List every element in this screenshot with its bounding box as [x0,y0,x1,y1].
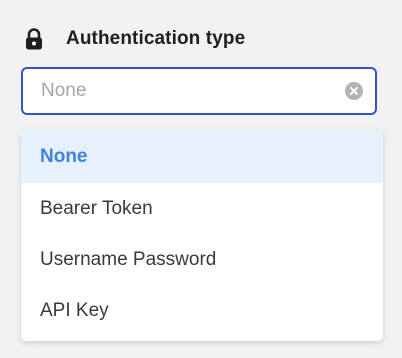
option-username-password[interactable]: Username Password [21,234,383,285]
auth-type-dropdown: None Bearer Token Username Password API … [21,130,383,341]
auth-type-select[interactable]: None [21,67,377,115]
select-value[interactable]: None [41,80,345,102]
option-bearer-token[interactable]: Bearer Token [21,183,383,234]
option-none[interactable]: None [21,130,383,183]
auth-type-label: Authentication type [24,26,245,52]
option-api-key[interactable]: API Key [21,285,383,336]
label-text: Authentication type [66,28,246,49]
lock-icon [24,27,44,51]
clear-icon[interactable] [345,82,363,100]
